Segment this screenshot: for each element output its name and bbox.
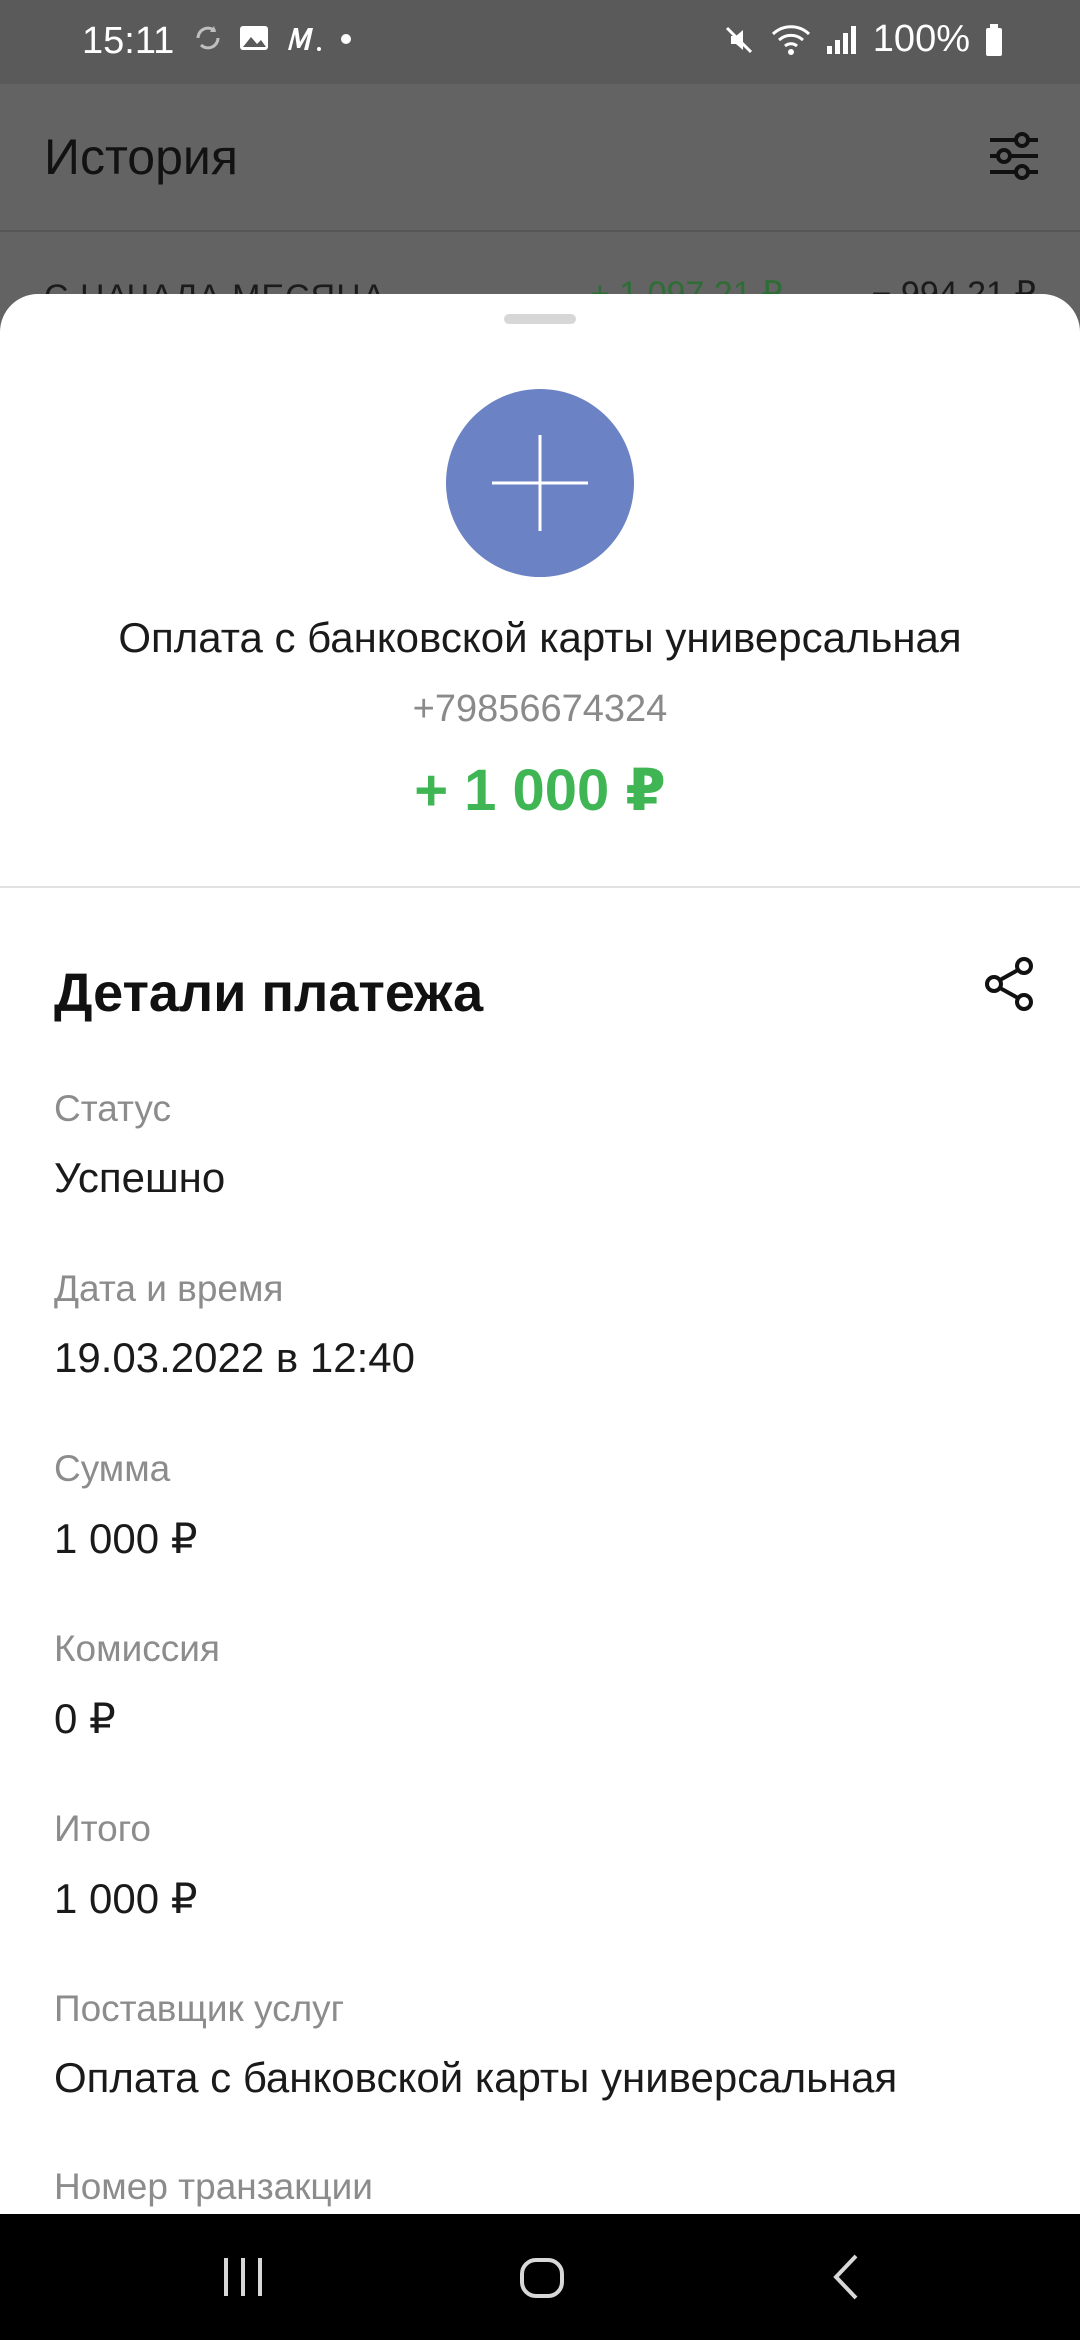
status-system-icons: 100% — [721, 18, 1004, 61]
payment-details-sheet: Оплата с банковской карты универсальная … — [0, 294, 1080, 2214]
m-logo-icon — [288, 28, 321, 51]
battery-icon — [986, 23, 1002, 56]
payment-amount: + 1 000 ₽ — [414, 758, 666, 823]
total-value: 1 000 ₽ — [54, 1875, 198, 1922]
transaction-label: Номер транзакции — [54, 2166, 373, 2207]
signal-icon — [826, 25, 856, 54]
sliders-icon[interactable] — [986, 128, 1042, 184]
system-nav-bar — [0, 2214, 1080, 2340]
status-notification-icons — [192, 22, 354, 54]
merchant-phone: +79856674324 — [412, 688, 668, 730]
home-icon[interactable] — [518, 2254, 566, 2302]
status-time: 15:11 — [82, 20, 175, 62]
share-icon[interactable] — [980, 954, 1040, 1014]
sum-value: 1 000 ₽ — [54, 1515, 198, 1562]
total-label: Итого — [54, 1808, 151, 1849]
sum-label: Сумма — [54, 1448, 171, 1489]
drag-handle[interactable] — [504, 314, 576, 324]
sync-icon — [196, 26, 220, 50]
recents-icon[interactable] — [220, 2254, 266, 2300]
status-value: Успешно — [54, 1154, 226, 1201]
status-label: Статус — [54, 1088, 171, 1129]
merchant-name: Оплата с банковской карты универсальная — [118, 614, 962, 661]
provider-label: Поставщик услуг — [54, 1988, 345, 2029]
dot-icon — [341, 34, 351, 44]
screen: 15:11 100% История Оплата с банковской к… — [0, 0, 1080, 2340]
history-app-bar: История — [0, 84, 1080, 232]
datetime-value: 19.03.2022 в 12:40 — [54, 1334, 415, 1381]
mute-icon — [725, 26, 752, 53]
provider-value: Оплата с банковской карты универсальная — [54, 2054, 898, 2101]
commission-value: 0 ₽ — [54, 1695, 116, 1742]
page-title: История — [44, 129, 238, 185]
merchant-avatar — [446, 389, 634, 577]
divider — [0, 886, 1080, 888]
details-title: Детали платежа — [54, 963, 484, 1023]
status-bar: 15:11 100% — [0, 0, 1080, 84]
datetime-label: Дата и время — [54, 1268, 284, 1309]
back-icon[interactable] — [826, 2252, 866, 2302]
plus-icon — [492, 435, 588, 531]
image-icon — [240, 26, 268, 50]
commission-label: Комиссия — [54, 1628, 220, 1669]
battery-percent: 100% — [872, 18, 970, 60]
wifi-icon — [771, 24, 810, 55]
